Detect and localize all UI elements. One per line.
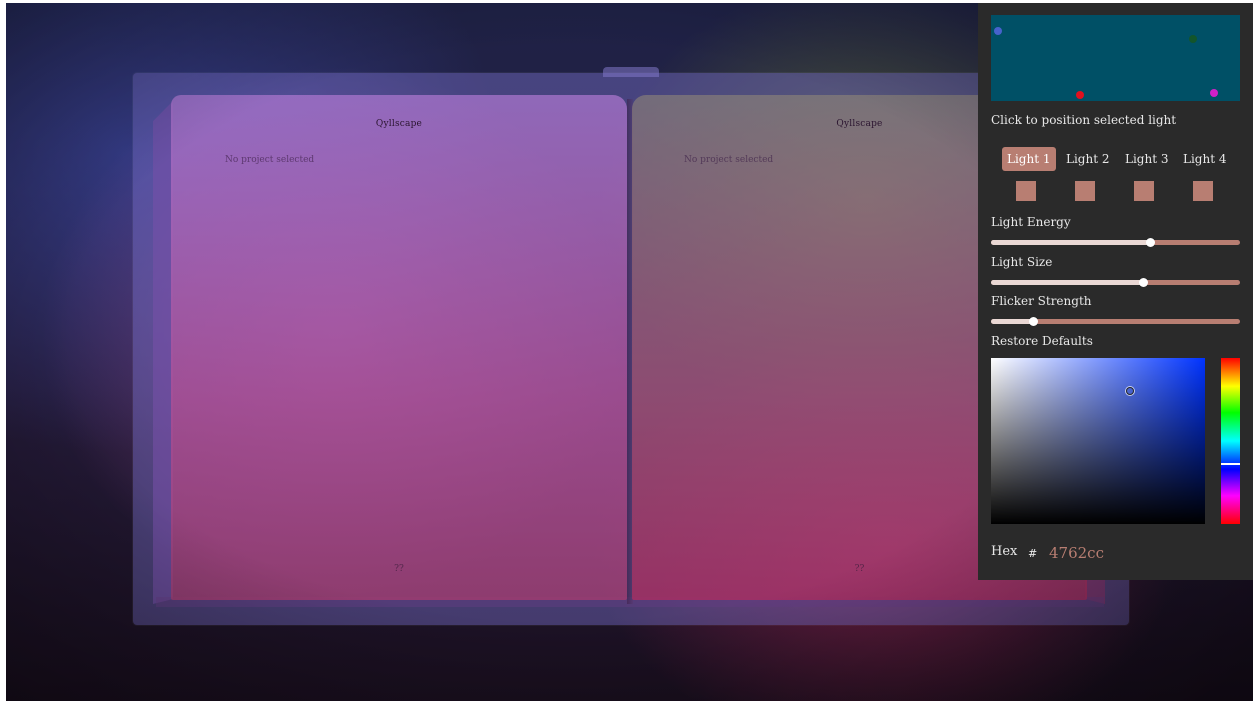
- slider-fill: [991, 240, 1151, 245]
- flicker-strength-label: Flicker Strength: [991, 294, 1092, 308]
- light-2-color-swatch[interactable]: [1075, 181, 1095, 201]
- light-3-color-swatch[interactable]: [1134, 181, 1154, 201]
- flicker-strength-slider[interactable]: [991, 317, 1240, 326]
- slider-fill: [991, 280, 1143, 285]
- page-title: Qyllscape: [375, 119, 423, 129]
- light-1-marker[interactable]: [994, 27, 1002, 35]
- hex-prefix: #: [1028, 547, 1038, 560]
- book-left-edge: [153, 101, 173, 604]
- saturation-value-picker[interactable]: [991, 358, 1205, 524]
- tab-light-3[interactable]: Light 3: [1120, 147, 1174, 171]
- slider-handle[interactable]: [1146, 238, 1156, 247]
- light-energy-slider[interactable]: [991, 238, 1240, 247]
- light-2-marker[interactable]: [1189, 35, 1197, 43]
- tab-light-2[interactable]: Light 2: [1061, 147, 1115, 171]
- slider-fill: [991, 319, 1034, 324]
- light-size-label: Light Size: [991, 255, 1053, 269]
- light-energy-label: Light Energy: [991, 215, 1071, 229]
- hue-slider[interactable]: [1221, 358, 1240, 524]
- project-status-text: No project selected: [684, 155, 774, 165]
- page-number: ??: [394, 564, 404, 574]
- restore-defaults-button[interactable]: Restore Defaults: [991, 334, 1093, 348]
- light-3-marker[interactable]: [1076, 91, 1084, 99]
- light-4-color-swatch[interactable]: [1193, 181, 1213, 201]
- hue-slider-marker[interactable]: [1221, 462, 1240, 465]
- slider-handle[interactable]: [1029, 317, 1039, 326]
- tab-light-1[interactable]: Light 1: [1002, 147, 1056, 171]
- light-tabs: Light 1 Light 2 Light 3 Light 4: [1002, 147, 1242, 171]
- light-1-color-swatch[interactable]: [1016, 181, 1036, 201]
- light-4-marker[interactable]: [1210, 89, 1218, 97]
- light-position-map[interactable]: [991, 15, 1240, 101]
- light-settings-panel: Click to position selected light Light 1…: [978, 3, 1253, 580]
- hex-color-input[interactable]: [1049, 542, 1169, 564]
- slider-handle[interactable]: [1138, 278, 1148, 287]
- color-picker-cursor[interactable]: [1126, 387, 1135, 396]
- tab-light-4[interactable]: Light 4: [1178, 147, 1232, 171]
- book-left-page: Qyllscape No project selected ??: [171, 95, 627, 600]
- light-size-slider[interactable]: [991, 278, 1240, 287]
- map-hint-text: Click to position selected light: [991, 113, 1177, 127]
- hex-label: Hex: [991, 544, 1018, 559]
- book-bookmark-tab: [603, 67, 659, 77]
- project-status-text: No project selected: [225, 155, 315, 165]
